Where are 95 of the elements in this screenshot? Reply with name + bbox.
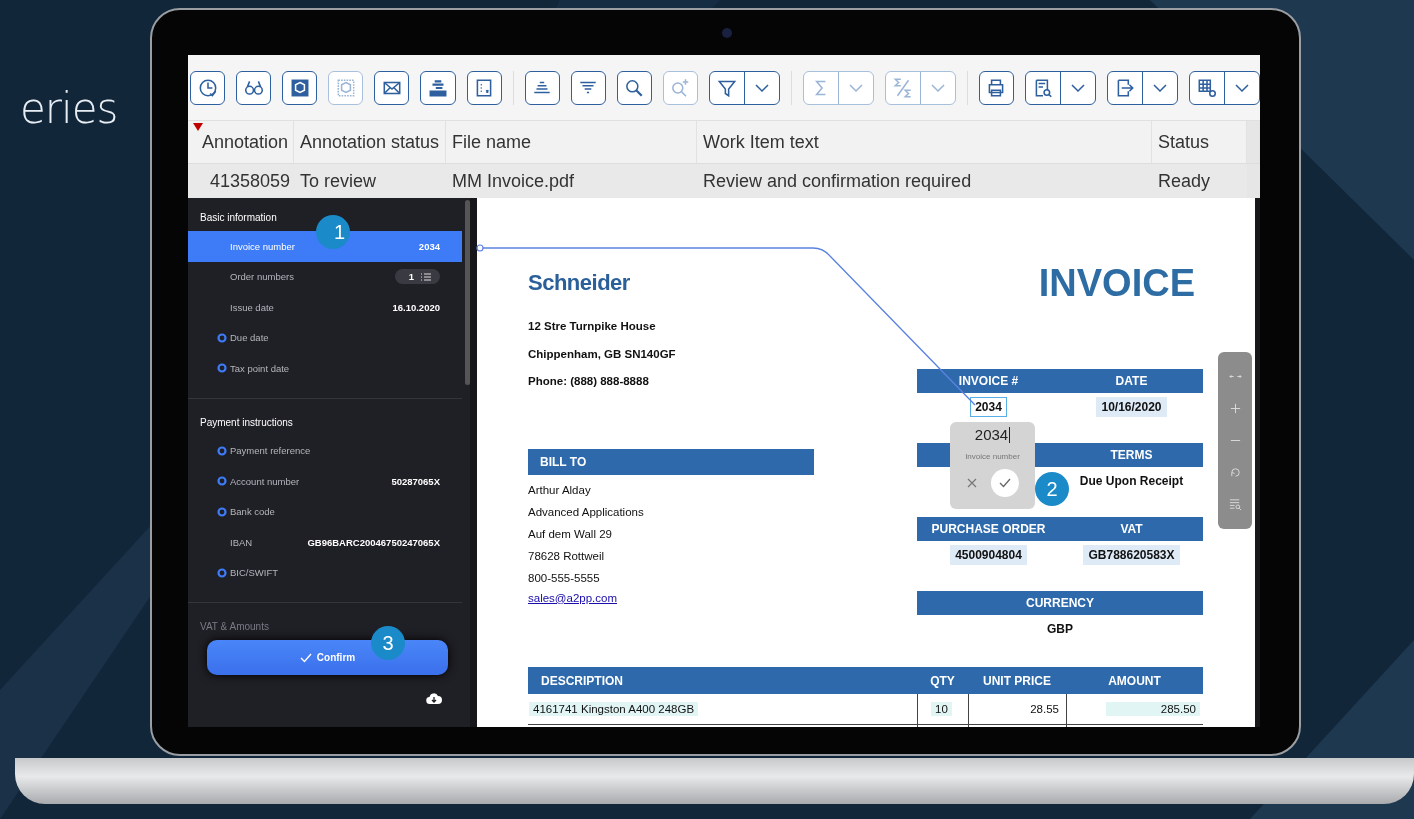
meta-value: 2034 <box>970 397 1007 417</box>
field-value: 16.10.2020 <box>392 301 440 313</box>
column-header: AMOUNT <box>1107 672 1162 690</box>
address-line: 12 Stre Turnpike House <box>528 320 657 334</box>
field-label: Due date <box>230 332 270 344</box>
toolbar-button[interactable] <box>570 70 606 105</box>
caret-icon <box>930 83 945 92</box>
address-line: 800-555-5555 <box>528 570 600 586</box>
toolbar-button[interactable] <box>420 70 456 105</box>
caret-icon <box>755 83 769 92</box>
caret-icon <box>848 83 863 92</box>
section-title: Basic information <box>199 211 278 225</box>
item-cell: 10 <box>931 702 952 716</box>
check-icon <box>998 478 1011 488</box>
check-icon <box>299 652 312 663</box>
caret-icon <box>1235 83 1250 92</box>
column-header: UNIT PRICE <box>982 672 1052 690</box>
field-row[interactable]: Due date <box>188 322 462 353</box>
address-line: Auf dem Wall 29 <box>528 526 612 542</box>
field-value: 50287065X <box>391 475 440 487</box>
meta-heading: CURRENCY <box>1026 596 1094 610</box>
field-row[interactable]: IBAN GB96BARC20046750247065X <box>188 527 462 558</box>
meta-heading: DATE <box>1115 374 1148 388</box>
meta-value: 10/16/2020 <box>1096 397 1167 417</box>
address-line: Arthur Alday <box>528 482 591 498</box>
column-header[interactable]: Work Item text <box>697 121 1152 163</box>
sigma-ratio-icon <box>891 76 914 99</box>
toolbar-button[interactable] <box>374 70 410 105</box>
meta-heading: TERMS <box>1110 448 1153 462</box>
column-header[interactable]: Annotation <box>188 121 294 163</box>
field-row[interactable]: Payment reference <box>188 435 462 466</box>
split-button[interactable] <box>1107 70 1179 105</box>
count-pill[interactable]: 1 <box>394 269 440 285</box>
field-label: Order numbers <box>230 271 295 283</box>
column-header[interactable]: File name <box>446 121 697 163</box>
section-title: VAT & Amounts <box>199 620 270 634</box>
list-icon <box>421 272 431 281</box>
split-button[interactable] <box>1189 70 1260 105</box>
toolbar-button[interactable] <box>466 70 502 105</box>
meta-heading: PURCHASE ORDER <box>931 522 1046 536</box>
meta-value: 4500904804 <box>950 545 1027 565</box>
toolbar-button[interactable] <box>524 70 560 105</box>
field-label: IBAN <box>230 536 254 548</box>
field-label: Account number <box>230 475 301 487</box>
company-name: Schneider <box>528 270 630 296</box>
field-label: Payment reference <box>230 445 312 457</box>
slide-title: eries <box>20 84 118 133</box>
item-cell: 4161741 Kingston A400 248GB <box>529 702 699 716</box>
table-row[interactable]: 41358059 To review MM Invoice.pdf Review and confirmation required Ready <box>188 163 1260 198</box>
meta-heading: VAT <box>1120 522 1143 536</box>
field-row[interactable]: Tax point date <box>188 353 462 384</box>
field-label: BIC/SWIFT <box>230 567 280 579</box>
meta-value: GBP <box>1046 621 1074 638</box>
caret-icon <box>1071 83 1086 92</box>
field-label: Bank code <box>230 506 276 518</box>
caret-icon <box>1153 83 1168 92</box>
popup-label: Invoice number <box>965 452 1020 461</box>
address-line: Advanced Applications <box>528 504 644 520</box>
item-cell-text: 28.55 <box>1029 702 1060 716</box>
email-link[interactable]: sales@a2pp.com <box>528 591 618 604</box>
field-row[interactable]: Account number 50287065X <box>188 466 462 497</box>
field-row[interactable]: Issue date 16.10.2020 <box>188 292 462 323</box>
column-header: DESCRIPTION <box>540 672 624 690</box>
field-label: Issue date <box>230 301 275 313</box>
address-line: Chippenham, GB SN140GF <box>528 347 676 362</box>
close-icon[interactable] <box>966 478 977 488</box>
meta-heading: INVOICE # <box>958 374 1019 388</box>
field-row[interactable]: BIC/SWIFT <box>188 557 462 588</box>
toolbar-button[interactable] <box>282 70 318 105</box>
address-line: Phone: (888) 888-8888 <box>528 375 650 389</box>
column-header: QTY <box>929 672 956 690</box>
popup-value-field[interactable]: 2034 <box>974 426 1011 443</box>
section-title: Payment instructions <box>199 415 294 430</box>
address-line: 78628 Rottweil <box>528 548 605 564</box>
split-button[interactable] <box>1025 70 1097 105</box>
field-value: 2034 <box>418 240 440 252</box>
field-label: Tax point date <box>230 362 291 374</box>
toolbar-button[interactable] <box>236 70 272 105</box>
field-row[interactable]: Order numbers 1 <box>188 261 462 292</box>
toolbar-button[interactable] <box>616 70 652 105</box>
cloud-download-icon[interactable] <box>426 693 442 705</box>
meta-value: GB788620583X <box>1083 545 1180 565</box>
scrollbar-thumb[interactable] <box>465 200 470 385</box>
column-header[interactable]: Annotation status <box>294 121 446 163</box>
meta-value: Due Upon Receipt <box>1078 473 1185 490</box>
field-row[interactable]: Bank code <box>188 496 462 527</box>
item-cell: 285.50 <box>1105 702 1200 716</box>
invoice-title: INVOICE <box>1037 262 1196 305</box>
field-label: Invoice number <box>230 240 296 252</box>
toolbar-button[interactable] <box>190 70 226 105</box>
split-button[interactable] <box>709 70 780 105</box>
section-heading: BILL TO <box>528 448 814 475</box>
camera-icon <box>722 28 732 38</box>
field-value: GB96BARC20046750247065X <box>307 536 440 548</box>
toolbar-button[interactable] <box>978 70 1015 105</box>
